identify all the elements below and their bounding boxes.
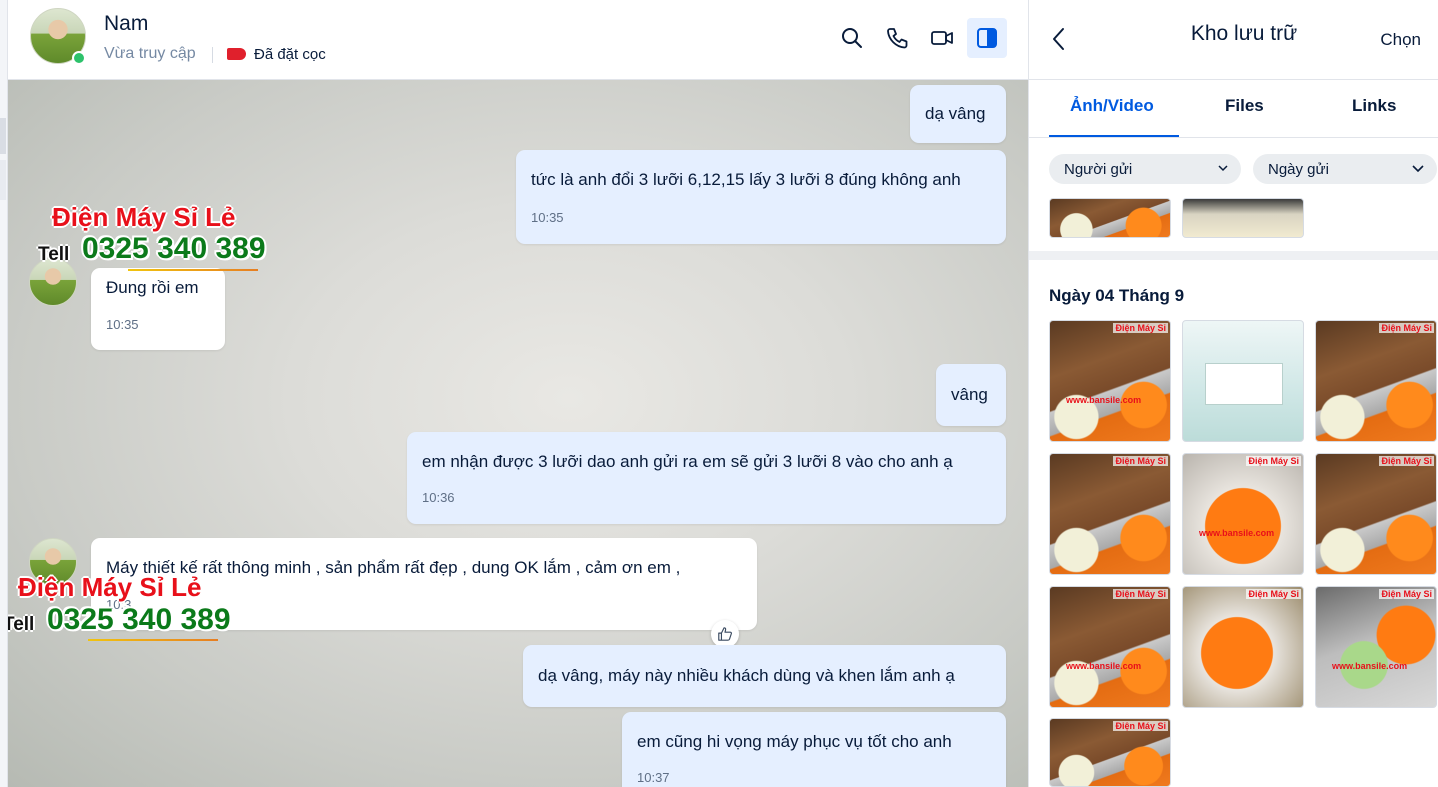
watermark-phone: 0325 340 389	[47, 603, 231, 636]
storage-panel: Kho lưu trữ Chọn Ảnh/Video Files Links N…	[1028, 0, 1438, 787]
thumbnail-watermark: Điện Máy Sỉ	[1379, 589, 1434, 599]
tag-label[interactable]: Đã đặt cọc	[254, 46, 326, 63]
like-icon	[718, 627, 732, 641]
thumbnail-site: www.bansile.com	[1332, 661, 1408, 671]
phone-icon	[887, 28, 908, 49]
media-thumbnail[interactable]: Điện Máy Sỉ	[1182, 586, 1304, 708]
message-list[interactable]: dạ vâng tức là anh đổi 3 lưỡi 6,12,15 lấ…	[8, 80, 1028, 787]
message-time: 10:36	[422, 490, 455, 505]
media-thumbnail[interactable]: Điện Máy Sỉ	[1315, 453, 1437, 575]
section-separator	[1029, 251, 1438, 260]
chevron-down-icon	[1218, 165, 1228, 172]
date-group-header: Ngày 04 Tháng 9	[1049, 286, 1185, 305]
chat-header: Nam Vừa truy cập Đã đặt cọc	[8, 0, 1028, 80]
thumbnail-site: www.bansile.com	[1199, 528, 1275, 538]
media-thumbnail[interactable]: Điện Máy Sỉ www.bansile.com	[1049, 586, 1171, 708]
nav-indicator-2	[0, 160, 6, 200]
message-bubble[interactable]: em cũng hi vọng máy phục vụ tốt cho anh …	[622, 712, 1006, 787]
media-thumbnail[interactable]	[1049, 198, 1171, 238]
select-button[interactable]: Chọn	[1380, 30, 1421, 50]
media-thumbnail[interactable]: Điện Máy Sỉ www.bansile.com	[1182, 453, 1304, 575]
thumbnail-watermark: Điện Máy Sỉ	[1246, 456, 1301, 466]
message-text: em cũng hi vọng máy phục vụ tốt cho anh	[637, 732, 952, 751]
thumbnail-watermark: Điện Máy Sỉ	[1379, 456, 1434, 466]
media-tabs: Ảnh/Video Files Links	[1029, 80, 1438, 138]
contact-name[interactable]: Nam	[104, 12, 148, 36]
thumbnail-watermark: Điện Máy Sỉ	[1113, 323, 1168, 333]
tag-icon[interactable]	[227, 48, 246, 60]
thumbnail-site: www.bansile.com	[1066, 661, 1142, 671]
message-bubble[interactable]: em nhận được 3 lưỡi dao anh gửi ra em sẽ…	[407, 432, 1006, 524]
media-thumbnail[interactable]: Điện Máy Sỉ	[1049, 453, 1171, 575]
panel-header: Kho lưu trữ Chọn	[1029, 0, 1438, 80]
tab-links[interactable]: Links	[1352, 96, 1396, 116]
watermark-phone: 0325 340 389	[82, 232, 266, 265]
chevron-down-icon	[1412, 165, 1424, 173]
thumbnail-watermark: Điện Máy Sỉ	[1113, 456, 1168, 466]
sidebar-toggle-button[interactable]	[967, 18, 1007, 58]
like-button[interactable]	[711, 620, 739, 648]
message-text: vâng	[951, 385, 988, 404]
left-nav-strip	[0, 0, 8, 787]
tab-photos-videos[interactable]: Ảnh/Video	[1070, 96, 1154, 116]
message-bubble[interactable]: dạ vâng	[910, 85, 1006, 143]
thumbnail-watermark: Điện Máy Sỉ	[1113, 721, 1168, 731]
video-call-button[interactable]	[922, 18, 962, 58]
call-button[interactable]	[877, 18, 917, 58]
thumbnail-site: www.bansile.com	[1066, 395, 1142, 405]
video-call-icon	[931, 31, 953, 45]
watermark-brand: Điện Máy Sỉ Lẻ	[52, 202, 236, 232]
media-thumbnail[interactable]: Điện Máy Sỉ www.bansile.com	[1049, 320, 1171, 442]
media-thumbnail[interactable]	[1182, 320, 1304, 442]
panel-title: Kho lưu trữ	[1190, 22, 1298, 45]
contact-status: Vừa truy cập	[104, 45, 196, 62]
active-tab-indicator	[1049, 135, 1179, 137]
online-indicator	[72, 51, 86, 65]
tab-files[interactable]: Files	[1225, 96, 1264, 116]
media-thumbnail[interactable]: Điện Máy Sỉ	[1315, 320, 1437, 442]
message-bubble[interactable]: tức là anh đổi 3 lưỡi 6,12,15 lấy 3 lưỡi…	[516, 150, 1006, 244]
date-filter[interactable]: Ngày gửi	[1253, 154, 1437, 184]
search-button[interactable]	[832, 18, 872, 58]
message-bubble[interactable]: dạ vâng, máy này nhiều khách dùng và khe…	[523, 645, 1006, 707]
message-text: Đung rồi em	[106, 278, 199, 297]
media-thumbnail[interactable]: Điện Máy Sỉ	[1049, 718, 1171, 787]
message-bubble[interactable]: vâng	[936, 364, 1006, 426]
search-icon	[842, 28, 862, 48]
watermark-brand: Điện Máy Sỉ Lẻ	[18, 572, 202, 602]
message-time: 10:35	[531, 210, 564, 225]
sender-filter[interactable]: Người gửi	[1049, 154, 1241, 184]
date-filter-label: Ngày gửi	[1268, 161, 1329, 178]
sidebar-toggle-icon	[977, 28, 997, 48]
thumbnail-watermark: Điện Máy Sỉ	[1113, 589, 1168, 599]
message-text: dạ vâng	[925, 104, 986, 123]
message-time: 10:37	[637, 770, 670, 785]
message-bubble[interactable]: Đung rồi em 10:35	[91, 268, 225, 350]
message-time: 10:35	[106, 317, 139, 332]
thumbnail-watermark: Điện Máy Sỉ	[1379, 323, 1434, 333]
watermark-tell: Tell	[8, 614, 35, 635]
thumbnail-watermark: Điện Máy Sỉ	[1246, 589, 1301, 599]
nav-indicator	[0, 118, 6, 154]
sender-filter-label: Người gửi	[1064, 161, 1133, 178]
message-text: em nhận được 3 lưỡi dao anh gửi ra em sẽ…	[422, 452, 953, 471]
message-text: tức là anh đổi 3 lưỡi 6,12,15 lấy 3 lưỡi…	[531, 170, 961, 189]
media-thumbnail[interactable]: Điện Máy Sỉ www.bansile.com	[1315, 586, 1437, 708]
watermark-underline	[128, 269, 258, 271]
media-thumbnail[interactable]	[1182, 198, 1304, 238]
status-divider	[212, 47, 213, 63]
message-text: dạ vâng, máy này nhiều khách dùng và khe…	[538, 666, 955, 685]
watermark-tell: Tell	[38, 244, 70, 265]
watermark-underline	[88, 639, 218, 641]
